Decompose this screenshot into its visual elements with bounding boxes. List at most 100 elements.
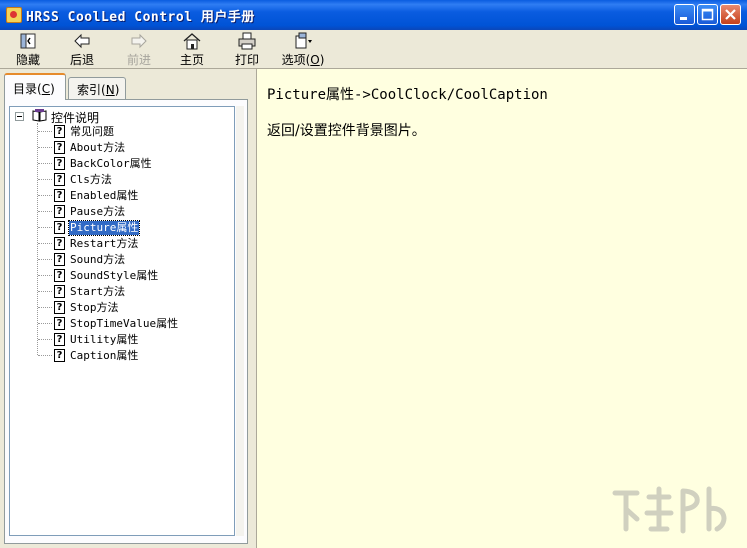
help-topic-icon: ? xyxy=(54,125,65,138)
help-topic-icon: ? xyxy=(54,333,65,346)
printer-icon xyxy=(238,32,256,50)
help-topic-icon: ? xyxy=(54,317,65,330)
tree-item-label: BackColor属性 xyxy=(70,157,152,170)
hide-pane-icon xyxy=(20,33,36,49)
help-topic-icon: ? xyxy=(54,173,65,186)
watermark-logo xyxy=(612,486,727,534)
tree-branch-line xyxy=(38,323,52,324)
tree-item-label: Stop方法 xyxy=(70,301,119,314)
maximize-button[interactable] xyxy=(697,4,718,25)
back-button[interactable]: 后退 xyxy=(64,32,100,67)
navigation-pane: 目录(C) 索引(N) 控件说明 ? 常见问题? About方法? BackColor… xyxy=(0,69,252,548)
tree-item[interactable]: ? Stop方法 xyxy=(54,300,224,316)
topic-content: Picture属性->CoolClock/CoolCaption 返回/设置控件… xyxy=(256,69,747,548)
toolbar: 隐藏 后退 前进 主页 打印 选项(O) xyxy=(0,30,747,69)
tree-item[interactable]: ? Sound方法 xyxy=(54,252,224,268)
tree-item-label: Caption属性 xyxy=(70,349,139,362)
home-icon xyxy=(183,33,201,50)
tree-root[interactable]: 控件说明 xyxy=(10,108,210,125)
maximize-icon xyxy=(701,8,714,21)
tree-branch-line xyxy=(38,227,52,228)
forward-button[interactable]: 前进 xyxy=(119,32,159,67)
title-bar[interactable]: HRSS CoolLed Control 用户手册 xyxy=(0,0,747,30)
tree-item[interactable]: ? Utility属性 xyxy=(54,332,224,348)
help-topic-icon: ? xyxy=(54,205,65,218)
tree-branch-line xyxy=(38,179,52,180)
tree-item-label: Enabled属性 xyxy=(70,189,139,202)
tree-item[interactable]: ? Restart方法 xyxy=(54,236,224,252)
arrow-right-icon xyxy=(131,33,147,49)
tree-item[interactable]: ? SoundStyle属性 xyxy=(54,268,224,284)
options-label: 选项(O) xyxy=(281,53,325,67)
back-label: 后退 xyxy=(69,53,94,67)
help-topic-icon: ? xyxy=(54,237,65,250)
hide-button[interactable]: 隐藏 xyxy=(10,32,46,67)
collapse-icon[interactable] xyxy=(15,112,24,121)
tree-branch-line xyxy=(38,211,52,212)
help-topic-icon: ? xyxy=(54,141,65,154)
minimize-icon xyxy=(680,17,687,20)
tree-branch-line xyxy=(38,307,52,308)
tree-item-label: 常见问题 xyxy=(70,125,114,138)
tree-branch-line xyxy=(38,131,52,132)
tree-branch-line xyxy=(38,195,52,196)
tab-index[interactable]: 索引(N) xyxy=(68,77,126,99)
tree-branch-line xyxy=(38,243,52,244)
tree-branch-line xyxy=(38,291,52,292)
contents-tree[interactable]: 控件说明 ? 常见问题? About方法? BackColor属性? Cls方法? Ena… xyxy=(9,106,235,536)
tree-branch-line xyxy=(38,275,52,276)
tree-branch-line xyxy=(38,163,52,164)
tree-item[interactable]: ? Caption属性 xyxy=(54,348,224,364)
tree-item-label: Start方法 xyxy=(70,285,126,298)
tree-guide-line xyxy=(37,123,38,355)
tree-item[interactable]: ? 常见问题 xyxy=(54,124,224,140)
app-icon[interactable] xyxy=(6,7,22,23)
close-icon xyxy=(725,9,736,20)
tree-item-label: SoundStyle属性 xyxy=(70,269,159,282)
hide-label: 隐藏 xyxy=(15,53,40,67)
print-button[interactable]: 打印 xyxy=(229,32,265,67)
tree-item-label: Pause方法 xyxy=(70,205,126,218)
tab-contents[interactable]: 目录(C) xyxy=(4,73,66,100)
tree-item-label: Utility属性 xyxy=(70,333,139,346)
print-label: 打印 xyxy=(234,53,259,67)
help-topic-icon: ? xyxy=(54,285,65,298)
help-topic-icon: ? xyxy=(54,301,65,314)
minimize-button[interactable] xyxy=(674,4,695,25)
home-label: 主页 xyxy=(179,53,204,67)
tree-item[interactable]: ? About方法 xyxy=(54,140,224,156)
tree-branch-line xyxy=(38,339,52,340)
open-book-icon xyxy=(32,109,47,122)
tree-branch-line xyxy=(38,147,52,148)
tree-item[interactable]: ? BackColor属性 xyxy=(54,156,224,172)
tree-item[interactable]: ? Enabled属性 xyxy=(54,188,224,204)
options-button[interactable]: 选项(O) xyxy=(278,32,328,67)
home-button[interactable]: 主页 xyxy=(174,32,210,67)
close-button[interactable] xyxy=(720,4,741,25)
tree-item[interactable]: ? Picture属性 xyxy=(54,220,224,236)
help-topic-icon: ? xyxy=(54,269,65,282)
tree-item[interactable]: ? StopTimeValue属性 xyxy=(54,316,224,332)
help-topic-icon: ? xyxy=(54,157,65,170)
tree-item[interactable]: ? Pause方法 xyxy=(54,204,224,220)
help-topic-icon: ? xyxy=(54,253,65,266)
arrow-left-icon xyxy=(74,33,90,49)
tree-item-label: Picture属性 xyxy=(67,220,141,236)
tree-item-label: About方法 xyxy=(70,141,126,154)
forward-label: 前进 xyxy=(126,53,151,67)
help-topic-icon: ? xyxy=(54,349,65,362)
tree-branch-line xyxy=(38,355,52,356)
tree-item-label: Sound方法 xyxy=(70,253,126,266)
topic-title: Picture属性->CoolClock/CoolCaption xyxy=(267,87,548,103)
tree-branch-line xyxy=(38,259,52,260)
tree-item[interactable]: ? Start方法 xyxy=(54,284,224,300)
help-topic-icon: ? xyxy=(54,189,65,202)
topic-body: 返回/设置控件背景图片。 xyxy=(267,123,426,139)
options-icon xyxy=(295,32,312,49)
tree-item-label: Cls方法 xyxy=(70,173,112,186)
tree-scroll-gutter xyxy=(236,106,244,536)
tree-item-label: StopTimeValue属性 xyxy=(70,317,179,330)
tree-item[interactable]: ? Cls方法 xyxy=(54,172,224,188)
window-title: HRSS CoolLed Control 用户手册 xyxy=(26,10,255,25)
help-topic-icon: ? xyxy=(54,221,65,234)
